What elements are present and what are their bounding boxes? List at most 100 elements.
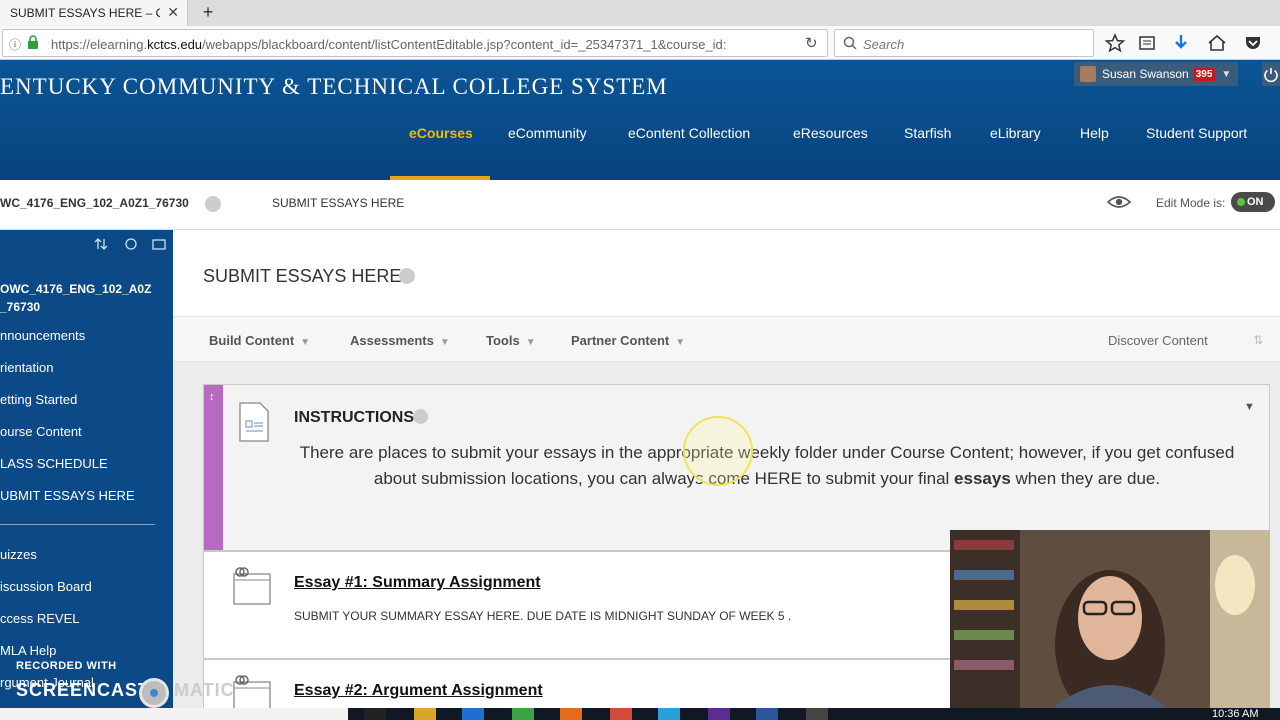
- build-content-menu[interactable]: Build Content ▼: [209, 333, 310, 348]
- taskbar-search[interactable]: [0, 708, 348, 720]
- chevron-down-icon[interactable]: [399, 268, 415, 284]
- refresh-icon[interactable]: [125, 238, 137, 250]
- chrome-icon[interactable]: [512, 708, 534, 720]
- browser-nav-bar: ⓘ https://elearning.kctcs.edu/webapps/bl…: [0, 26, 1280, 60]
- breadcrumb-course[interactable]: WC_4176_ENG_102_A0Z1_76730: [0, 196, 189, 210]
- tab-title: SUBMIT ESSAYS HERE – O...: [10, 6, 160, 20]
- firefox-icon[interactable]: [560, 708, 582, 720]
- screen: SUBMIT ESSAYS HERE – O... ✕ + ⓘ https://…: [0, 0, 1280, 720]
- folder-icon[interactable]: [152, 239, 166, 250]
- sidebar-item-course-content[interactable]: ourse Content: [0, 424, 82, 439]
- task-view-icon[interactable]: [364, 708, 386, 720]
- pocket-icon[interactable]: [1242, 32, 1264, 54]
- course-title: OWC_4176_ENG_102_A0Z _76730: [0, 282, 152, 314]
- onenote-icon[interactable]: [708, 708, 730, 720]
- lock-icon: [28, 35, 38, 49]
- student-preview-icon[interactable]: [1106, 192, 1132, 212]
- college-name: ENTUCKY COMMUNITY & TECHNICAL COLLEGE SY…: [0, 74, 668, 99]
- file-explorer-icon[interactable]: [414, 708, 436, 720]
- sidebar-item-quizzes[interactable]: uizzes: [0, 547, 37, 562]
- tab-starfish[interactable]: Starfish: [904, 125, 951, 145]
- tab-close-icon[interactable]: ✕: [167, 4, 179, 20]
- essay-1-description: SUBMIT YOUR SUMMARY ESSAY HERE. DUE DATE…: [294, 609, 792, 623]
- search-input[interactable]: Search: [834, 29, 1094, 57]
- chevron-down-icon: ▼: [439, 337, 450, 348]
- tab-help[interactable]: Help: [1080, 125, 1109, 145]
- sidebar-item-class-schedule[interactable]: LASS SCHEDULE: [0, 456, 108, 471]
- browser-tab[interactable]: SUBMIT ESSAYS HERE – O... ✕: [0, 0, 188, 26]
- notification-badge: 395: [1192, 67, 1216, 81]
- edge-icon[interactable]: [462, 708, 484, 720]
- logout-button[interactable]: [1262, 62, 1280, 86]
- watermark-recorded-with: RECORDED WITH: [16, 660, 117, 672]
- sidebar-item-access-revel[interactable]: ccess REVEL: [0, 611, 79, 626]
- taskbar: 10:36 AM: [0, 708, 1280, 720]
- essay-1-link[interactable]: Essay #1: Summary Assignment: [294, 574, 541, 592]
- webcam-image: [950, 530, 1270, 710]
- chevron-down-icon: ▼: [1221, 68, 1232, 80]
- reload-icon[interactable]: ↻: [805, 34, 818, 52]
- item-stripe: [204, 385, 223, 550]
- tab-eresources[interactable]: eResources: [793, 125, 868, 145]
- edit-mode-toggle[interactable]: ON: [1231, 192, 1275, 212]
- tab-econtent-collection[interactable]: eContent Collection: [628, 125, 750, 145]
- tab-elibrary[interactable]: eLibrary: [990, 125, 1041, 145]
- reorder-icon[interactable]: [94, 238, 108, 250]
- chevron-down-icon[interactable]: [413, 409, 428, 424]
- sidebar-item-submit-essays[interactable]: UBMIT ESSAYS HERE: [0, 488, 135, 503]
- skype-icon[interactable]: [658, 708, 680, 720]
- chevron-down-icon[interactable]: [205, 196, 221, 212]
- watermark-screencast: SCREENCAST: [16, 680, 151, 700]
- search-placeholder: Search: [863, 37, 905, 52]
- tab-ecourses[interactable]: eCourses: [409, 125, 473, 145]
- toggle-dot: [1237, 198, 1245, 206]
- avatar: [1080, 66, 1096, 82]
- breadcrumb: WC_4176_ENG_102_A0Z1_76730 SUBMIT ESSAYS…: [0, 180, 1280, 230]
- assessments-menu[interactable]: Assessments ▼: [350, 333, 450, 348]
- word-icon[interactable]: [756, 708, 778, 720]
- breadcrumb-current: SUBMIT ESSAYS HERE: [272, 196, 405, 210]
- user-menu[interactable]: Susan Swanson 395 ▼: [1074, 62, 1238, 86]
- menu-tools: [94, 238, 166, 250]
- institution-header: ENTUCKY COMMUNITY & TECHNICAL COLLEGE SY…: [0, 60, 1280, 180]
- tab-student-support[interactable]: Student Support: [1146, 125, 1247, 145]
- app-icon[interactable]: [610, 708, 632, 720]
- new-tab-icon[interactable]: +: [198, 0, 218, 26]
- document-icon: [239, 402, 269, 442]
- tab-ecommunity[interactable]: eCommunity: [508, 125, 587, 145]
- chevron-down-icon: ▼: [300, 337, 311, 348]
- sort-icon[interactable]: ⇅: [1253, 333, 1263, 347]
- browser-tab-bar: SUBMIT ESSAYS HERE – O... ✕ +: [0, 0, 1280, 26]
- home-icon[interactable]: [1206, 32, 1228, 54]
- sidebar-item-orientation[interactable]: rientation: [0, 360, 53, 375]
- bookmark-star-icon[interactable]: [1104, 32, 1126, 54]
- sidebar-item-discussion-board[interactable]: iscussion Board: [0, 579, 92, 594]
- item-title: INSTRUCTIONS: [294, 409, 414, 426]
- chevron-down-icon: ▼: [525, 337, 536, 348]
- search-icon: [843, 36, 857, 50]
- download-icon[interactable]: [1170, 32, 1192, 54]
- essay-2-link[interactable]: Essay #2: Argument Assignment: [294, 682, 543, 700]
- power-icon: [1264, 68, 1278, 83]
- sidebar-item-mla-help[interactable]: MLA Help: [0, 643, 56, 658]
- reading-list-icon[interactable]: [1136, 32, 1158, 54]
- discover-content-link[interactable]: Discover Content: [1108, 333, 1208, 348]
- chevron-down-icon: ▼: [675, 337, 686, 348]
- partner-content-menu[interactable]: Partner Content ▼: [571, 333, 685, 348]
- watermark-logo-icon: [139, 678, 169, 708]
- sidebar-divider: [0, 524, 155, 525]
- url-text: https://elearning.kctcs.edu/webapps/blac…: [51, 37, 727, 52]
- page-title: SUBMIT ESSAYS HERE: [203, 266, 402, 286]
- page-header: SUBMIT ESSAYS HERE: [173, 230, 1280, 316]
- app-icon[interactable]: [806, 708, 828, 720]
- address-bar[interactable]: ⓘ https://elearning.kctcs.edu/webapps/bl…: [2, 29, 828, 57]
- tools-menu[interactable]: Tools ▼: [486, 333, 536, 348]
- sidebar-item-getting-started[interactable]: etting Started: [0, 392, 77, 407]
- drag-handle-icon[interactable]: ↕: [209, 391, 215, 403]
- watermark-matic: MATIC: [174, 680, 235, 700]
- info-icon[interactable]: ⓘ: [9, 36, 21, 53]
- sidebar-item-announcements[interactable]: nnouncements: [0, 328, 85, 343]
- collapse-icon[interactable]: ▼: [1244, 401, 1255, 413]
- edit-mode-value: ON: [1247, 196, 1264, 208]
- course-menu: OWC_4176_ENG_102_A0Z _76730 nnouncements…: [0, 230, 173, 720]
